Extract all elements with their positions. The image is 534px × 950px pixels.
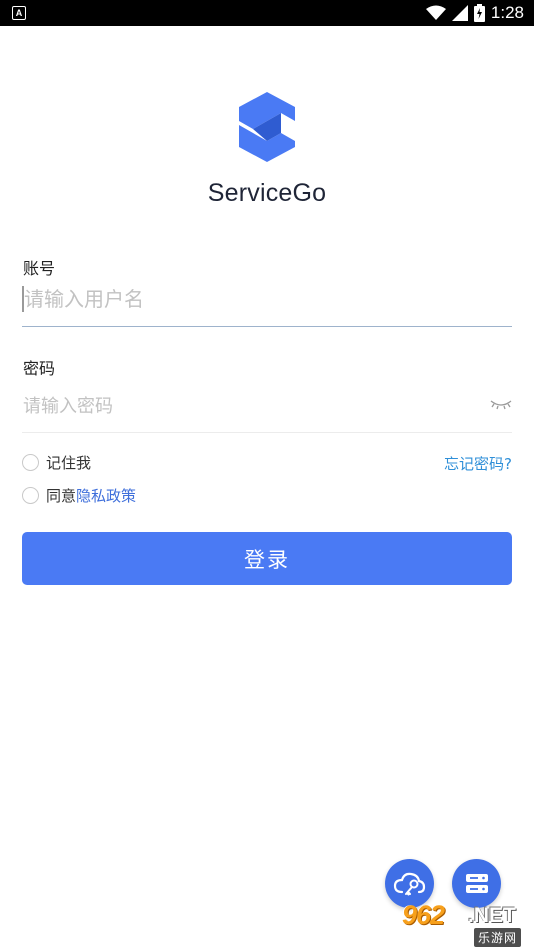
watermark-subtitle: 乐游网: [474, 928, 522, 947]
watermark-logo: 962 .NET 乐游网: [396, 900, 532, 947]
notification-icon: A: [12, 6, 26, 20]
remember-me-radio[interactable]: [22, 454, 39, 471]
status-bar: A 1:28: [0, 0, 534, 26]
password-field-wrapper: [22, 390, 512, 433]
wifi-icon: [425, 5, 446, 20]
password-input[interactable]: [22, 390, 512, 422]
watermark-suffix: .NET: [468, 904, 516, 927]
privacy-policy-link[interactable]: 隐私政策: [76, 485, 136, 506]
text-caret: [22, 286, 24, 312]
remember-me-label: 记住我: [46, 454, 92, 472]
account-field-wrapper: [22, 280, 512, 327]
agree-privacy-radio[interactable]: [22, 487, 39, 504]
account-input[interactable]: [22, 280, 512, 318]
servicego-logo-icon: [239, 92, 295, 162]
account-label: 账号: [23, 259, 56, 278]
server-icon: [465, 873, 488, 893]
forgot-password-link[interactable]: 忘记密码?: [444, 453, 512, 474]
remember-me-option[interactable]: 记住我: [22, 452, 91, 473]
status-time: 1:28: [490, 3, 524, 22]
password-label: 密码: [23, 359, 56, 378]
battery-icon: [473, 4, 485, 22]
login-button[interactable]: 登录: [22, 532, 512, 585]
agree-prefix-label: 同意: [46, 487, 77, 505]
cloud-key-icon: [393, 872, 425, 895]
eye-closed-icon[interactable]: [490, 398, 512, 412]
agree-privacy-option[interactable]: 同意 隐私政策: [22, 485, 136, 506]
app-name: ServiceGo: [207, 179, 327, 207]
server-settings-button[interactable]: [452, 859, 501, 908]
watermark-number: 962: [402, 900, 445, 930]
cell-signal-icon: [451, 5, 468, 21]
